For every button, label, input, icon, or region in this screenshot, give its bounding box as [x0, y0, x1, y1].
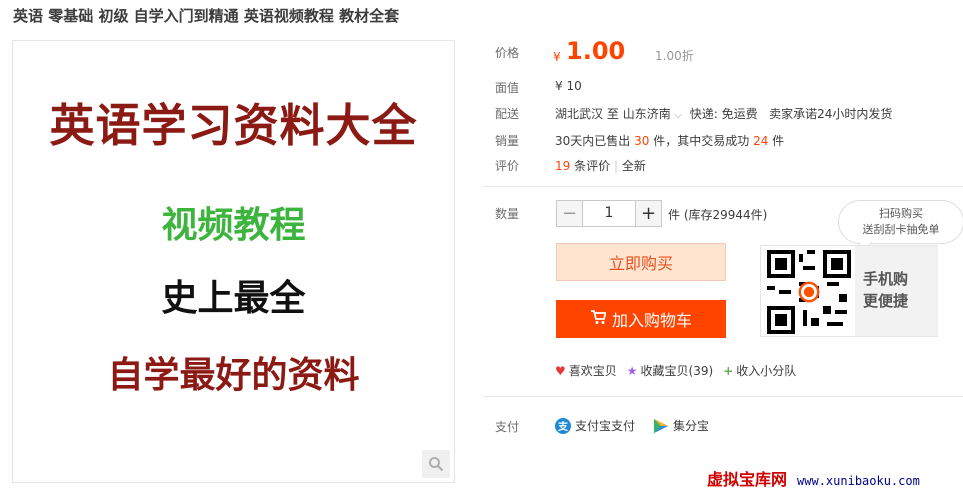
- delivery-from: 湖北武汉: [555, 107, 604, 121]
- image-text-line4: 自学最好的资料: [107, 354, 360, 396]
- price-label: 价格: [495, 46, 520, 60]
- reviews-label: 评价: [495, 159, 520, 173]
- buy-now-label: 立即购买: [608, 254, 673, 273]
- like-item-link[interactable]: ♥ 喜欢宝贝: [555, 362, 617, 379]
- qr-promo-bubble: 扫码购买 送刮刮卡抽免单: [838, 200, 963, 244]
- jifenbao-icon: [654, 418, 669, 433]
- delivery-info: 湖北武汉 至 山东济南 ⌵ 快递: 免运费 卖家承诺24小时内发货: [555, 105, 892, 122]
- quantity-label: 数量: [495, 207, 520, 221]
- star-icon: ★: [626, 363, 638, 378]
- jifenbao-label: 集分宝: [673, 419, 710, 433]
- review-count[interactable]: 19: [555, 159, 570, 173]
- review-separator: |: [613, 159, 618, 173]
- watermark-cn: 虚拟宝库网: [707, 470, 788, 489]
- price-discount: 1.00折: [655, 49, 694, 63]
- plus-icon: +: [723, 363, 734, 378]
- alipay-label: 支付宝支付: [575, 419, 636, 433]
- sales-success-count: 24: [753, 134, 769, 148]
- add-to-team-link[interactable]: + 收入小分队: [723, 362, 796, 379]
- add-to-cart-label: 加入购物车: [611, 311, 692, 330]
- alipay-icon: 支: [555, 417, 571, 434]
- favorite-label: 收藏宝贝(39): [640, 364, 714, 378]
- seller-promise: 卖家承诺24小时内发货: [769, 107, 893, 121]
- qr-text-line2: 更便捷: [863, 292, 909, 310]
- qr-text-line1: 手机购: [863, 270, 909, 288]
- delivery-label: 配送: [495, 107, 520, 121]
- image-text-line1: 英语学习资料大全: [49, 99, 418, 152]
- favorite-item-link[interactable]: ★ 收藏宝贝(39): [627, 362, 713, 379]
- divider-top: [483, 186, 963, 187]
- condition-new: 全新: [621, 159, 646, 173]
- sales-mid: 件，其中交易成功: [653, 134, 750, 148]
- stock-info: 件 (库存29944件): [668, 208, 768, 222]
- team-label: 收入小分队: [736, 364, 797, 378]
- payment-label: 支付: [495, 420, 520, 434]
- magnifier-icon[interactable]: [422, 450, 450, 478]
- chevron-down-icon: ⌵: [674, 110, 683, 121]
- add-to-cart-button[interactable]: 加入购物车: [556, 300, 726, 338]
- qr-bubble-line1: 扫码购买: [879, 207, 923, 220]
- quantity-input[interactable]: 1: [583, 200, 635, 227]
- site-watermark: 虚拟宝库网 www.xunibaoku.com: [707, 466, 920, 490]
- reviews-info[interactable]: 19 条评价 | 全新: [555, 157, 646, 174]
- jifenbao-method[interactable]: 集分宝: [653, 417, 709, 434]
- sales-suffix: 件: [772, 134, 785, 148]
- buy-now-button[interactable]: 立即购买: [556, 243, 726, 281]
- delivery-to: 山东济南: [622, 107, 671, 121]
- qr-panel[interactable]: 手机购 更便捷: [760, 245, 938, 337]
- divider-bottom: [483, 396, 963, 397]
- delivery-to-word: 至: [606, 107, 619, 121]
- sales-label: 销量: [495, 134, 520, 148]
- quantity-stepper[interactable]: − 1 +: [556, 200, 662, 227]
- image-text-line3: 史上最全: [161, 277, 306, 319]
- payment-methods: 支支付宝支付 集分宝: [555, 417, 709, 434]
- review-count-label[interactable]: 条评价: [574, 159, 610, 173]
- quantity-plus-button[interactable]: +: [635, 200, 662, 227]
- product-image[interactable]: 英语学习资料大全 视频教程 史上最全 自学最好的资料: [12, 40, 455, 483]
- like-label: 喜欢宝贝: [568, 364, 617, 378]
- sales-sold-count: 30: [634, 134, 650, 148]
- heart-icon: ♥: [555, 363, 566, 378]
- qr-side-panel: 手机购 更便捷: [855, 246, 938, 336]
- qr-code-icon: [767, 250, 851, 334]
- face-value: ¥ 10: [555, 79, 582, 93]
- shipping-fee: 快递: 免运费: [689, 107, 758, 121]
- image-text-line2: 视频教程: [161, 204, 306, 246]
- price-currency: ¥: [553, 50, 561, 64]
- qr-bubble-line2: 送刮刮卡抽免单: [862, 223, 940, 236]
- delivery-destination-select[interactable]: 山东济南 ⌵: [623, 107, 682, 121]
- product-title: 英语 零基础 初级 自学入门到精通 英语视频教程 教材全套: [13, 7, 400, 25]
- price-value: 1.00: [566, 37, 626, 65]
- watermark-url: www.xunibaoku.com: [797, 474, 920, 488]
- cart-icon: [590, 309, 607, 329]
- quantity-minus-button[interactable]: −: [556, 200, 583, 227]
- face-value-label: 面值: [495, 81, 520, 95]
- item-actions: ♥ 喜欢宝贝 ★ 收藏宝贝(39) + 收入小分队: [555, 362, 796, 379]
- sales-info: 30天内已售出 30 件，其中交易成功 24 件: [555, 132, 784, 149]
- alipay-method[interactable]: 支支付宝支付: [555, 417, 635, 434]
- sales-prefix: 30天内已售出: [555, 134, 631, 148]
